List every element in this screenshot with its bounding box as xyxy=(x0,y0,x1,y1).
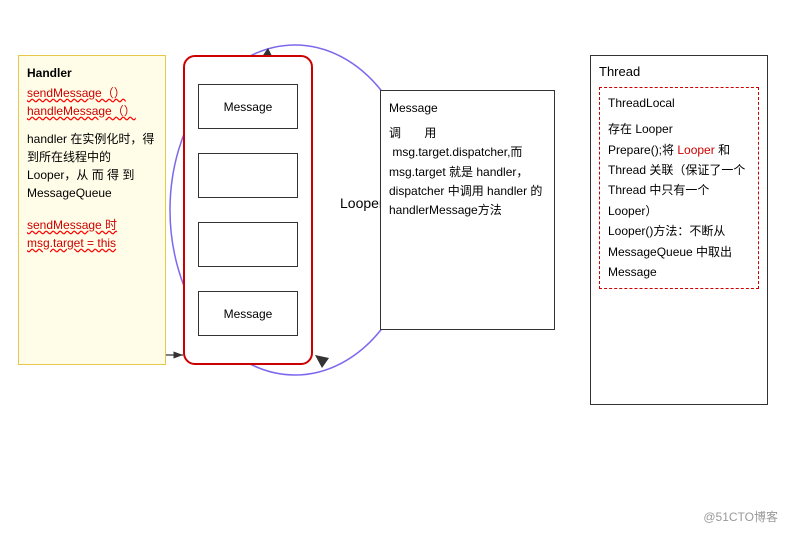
handler-sendmsg-label: sendMessage 时 xyxy=(27,216,157,234)
thread-box: Thread ThreadLocal 存在 Looper Prepare();将… xyxy=(590,55,768,405)
handler-send-message: sendMessage（） xyxy=(27,84,157,102)
handler-target: msg.target = this xyxy=(27,234,157,252)
messagequeue-box: Message Message xyxy=(183,55,313,365)
msg-item-1: Message xyxy=(198,84,298,129)
handler-box: Handler sendMessage（） handleMessage（） ha… xyxy=(18,55,166,365)
handler-title: Handler xyxy=(27,64,157,82)
handler-description: handler 在实例化时，得到所在线程中的 Looper，从 而 得 到 Me… xyxy=(27,130,157,202)
thread-local-box: ThreadLocal 存在 Looper Prepare();将 Looper… xyxy=(599,87,759,289)
message-detail-title: Message xyxy=(389,99,546,118)
msg-item-3 xyxy=(198,222,298,267)
thread-local-body: 存在 Looper Prepare();将 Looper 和 Thread 关联… xyxy=(608,119,750,282)
msg-item-4: Message xyxy=(198,291,298,336)
msg-item-2 xyxy=(198,153,298,198)
thread-title: Thread xyxy=(599,64,759,79)
watermark: @51CTO博客 xyxy=(703,508,778,525)
thread-local-title: ThreadLocal xyxy=(608,94,750,113)
handler-handle-message: handleMessage（） xyxy=(27,102,157,120)
message-detail-box: Message 调 用 msg.target.dispatcher,而 msg.… xyxy=(380,90,555,330)
message-detail-body: 调 用 msg.target.dispatcher,而 msg.target 就… xyxy=(389,124,546,220)
looper-label: Looper xyxy=(340,195,384,211)
